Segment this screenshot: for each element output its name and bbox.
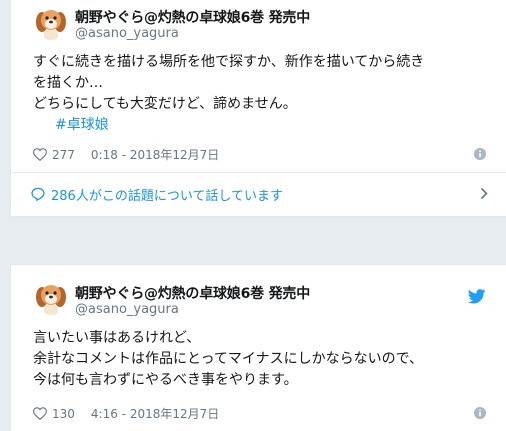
user-handle[interactable]: @asano_yagura <box>75 302 179 317</box>
conversation-link[interactable]: 286人がこの話題について話しています <box>11 173 506 215</box>
chevron-right-icon[interactable] <box>480 187 488 200</box>
tweet-text: 言いたい事はあるけれど、 余計なコメントは作品にとってマイナスにしかならないので… <box>33 328 503 391</box>
info-icon[interactable] <box>474 148 486 160</box>
avatar[interactable] <box>33 4 69 40</box>
tweet-line: すぐに続きを描ける場所を他で探すか、新作を描いてから続き <box>33 54 425 70</box>
tweet-line: を描くか… <box>33 75 103 91</box>
like-count[interactable]: 130 <box>52 407 75 421</box>
conversation-text[interactable]: 286人がこの話題について話しています <box>51 185 283 204</box>
display-name[interactable]: 朝野やぐら@灼熱の卓球娘6巻 発売中 <box>75 7 310 27</box>
page: 朝野やぐら@灼熱の卓球娘6巻 発売中 @asano_yagura すぐに続きを描… <box>0 0 506 431</box>
hashtag-link[interactable]: #卓球娘 <box>55 117 109 133</box>
heart-icon[interactable] <box>33 407 47 420</box>
tweet-meta: 130 4:16 - 2018年12月7日 <box>33 405 219 422</box>
speech-bubble-icon <box>31 187 45 201</box>
avatar[interactable] <box>33 279 69 315</box>
tweet-line: 言いたい事はあるけれど、 <box>33 330 201 346</box>
heart-icon[interactable] <box>33 148 47 161</box>
tweet-text: すぐに続きを描ける場所を他で探すか、新作を描いてから続き を描くか… どちらにし… <box>33 52 503 136</box>
timestamp[interactable]: 4:16 - 2018年12月7日 <box>91 405 219 422</box>
info-icon[interactable] <box>474 407 486 419</box>
dog-avatar-icon <box>33 279 69 315</box>
tweet-line: 余計なコメントは作品にとってマイナスにしかならないので、 <box>33 351 424 367</box>
tweet-line: どちらにしても大変だけど、諦めません。 <box>33 96 297 112</box>
timestamp[interactable]: 0:18 - 2018年12月7日 <box>91 146 219 163</box>
display-name[interactable]: 朝野やぐら@灼熱の卓球娘6巻 発売中 <box>75 283 310 303</box>
tweet-meta: 277 0:18 - 2018年12月7日 <box>33 146 219 163</box>
user-handle[interactable]: @asano_yagura <box>75 26 179 41</box>
tweet-card[interactable]: 朝野やぐら@灼熱の卓球娘6巻 発売中 @asano_yagura 言いたい事はあ… <box>10 264 506 431</box>
dog-avatar-icon <box>33 4 69 40</box>
like-count[interactable]: 277 <box>52 148 75 162</box>
tweet-line: 今は何も言わずにやるべき事をやります。 <box>33 372 298 388</box>
tweet-card[interactable]: 朝野やぐら@灼熱の卓球娘6巻 発売中 @asano_yagura すぐに続きを描… <box>10 0 506 217</box>
twitter-bird-icon[interactable] <box>468 289 486 304</box>
